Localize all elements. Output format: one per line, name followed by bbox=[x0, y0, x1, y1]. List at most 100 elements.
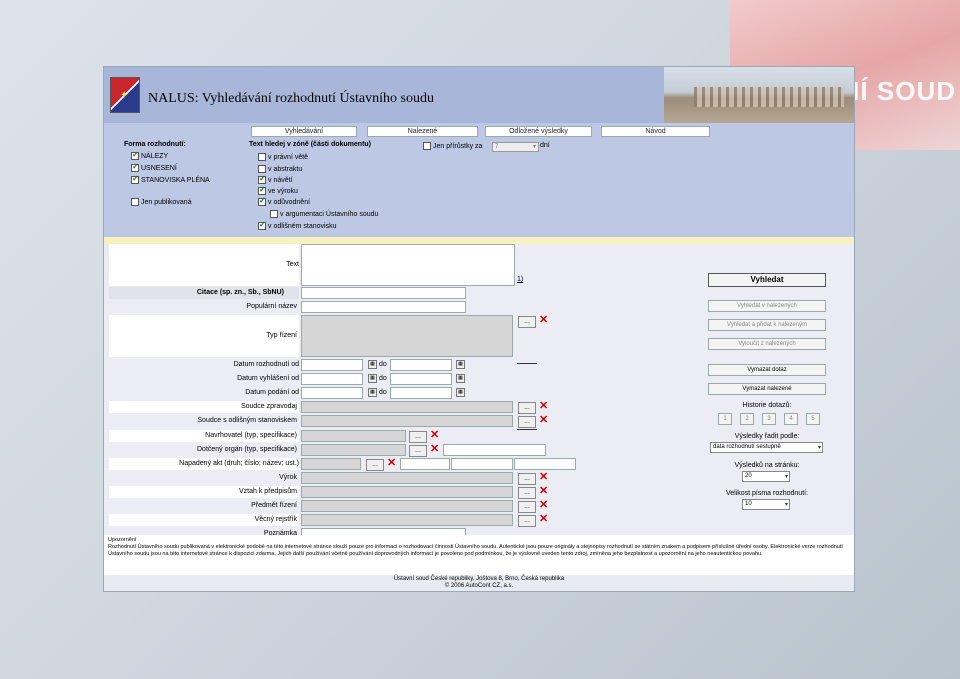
do-label: do bbox=[379, 375, 387, 382]
checkbox-icon[interactable] bbox=[131, 174, 139, 184]
forma-rozhodnuti-label: Forma rozhodnutí: bbox=[124, 141, 186, 148]
radit-select[interactable]: data rozhodnutí sestupně ▾ bbox=[710, 442, 823, 453]
history-2-button[interactable]: 2 bbox=[740, 413, 754, 425]
soudce-zpravodaj-input[interactable] bbox=[301, 401, 513, 413]
soudce-zpravodaj-picker-button[interactable]: ... bbox=[518, 402, 536, 414]
typ-rizeni-picker-button[interactable]: ... bbox=[518, 316, 536, 328]
checkbox-zone-pravni-veta[interactable]: v právní větě bbox=[258, 153, 308, 161]
popularni-nazev-input[interactable] bbox=[301, 301, 466, 313]
datum-podani-do-input[interactable] bbox=[390, 387, 452, 399]
checkbox-zone-vyrok[interactable]: ve výroku bbox=[258, 185, 298, 195]
do-label: do bbox=[379, 389, 387, 396]
checkbox-icon[interactable] bbox=[131, 198, 139, 206]
tab-vyhledavani[interactable]: Vyhledávání bbox=[251, 126, 357, 137]
checkbox-icon[interactable] bbox=[258, 174, 266, 184]
napadeny-akt-picker-button[interactable]: ... bbox=[366, 459, 384, 471]
napadeny-akt-label: Napadený akt (druh; číslo; název; ust.) bbox=[179, 460, 299, 467]
predmet-label: Předmět řízení bbox=[251, 502, 297, 509]
citace-input[interactable] bbox=[301, 287, 466, 299]
soudce-zpravodaj-clear-icon[interactable]: ✕ bbox=[539, 401, 548, 412]
dotceny-organ-spec-input[interactable] bbox=[443, 444, 546, 456]
predmet-picker-button[interactable]: ... bbox=[518, 501, 536, 513]
datum-vyhlaseni-do-input[interactable] bbox=[390, 373, 452, 385]
tab-nalezene[interactable]: Nalezené bbox=[367, 126, 478, 137]
checkbox-icon[interactable] bbox=[258, 165, 266, 173]
checkbox-zone-oduvodneni[interactable]: v odůvodnění bbox=[258, 196, 310, 206]
datum-rozhodnuti-do-input[interactable] bbox=[390, 359, 452, 371]
checkbox-usneseni[interactable]: USNESENÍ bbox=[131, 162, 177, 172]
help-link[interactable]: 1) bbox=[517, 276, 523, 283]
napadeny-akt-nazev-input[interactable] bbox=[451, 458, 513, 470]
soudce-odlisne-picker-button[interactable]: ... bbox=[518, 416, 536, 428]
typ-rizeni-clear-icon[interactable]: ✕ bbox=[539, 315, 548, 326]
text-input[interactable] bbox=[301, 244, 515, 286]
prirustky-days-select[interactable]: 7 ▾ bbox=[492, 142, 539, 152]
checkbox-icon[interactable] bbox=[423, 142, 431, 150]
vyloucit-button[interactable]: Vyloučit z nalezených bbox=[708, 338, 826, 350]
calendar-icon[interactable]: ▦ bbox=[368, 388, 377, 397]
checkbox-zone-naveti[interactable]: v návětí bbox=[258, 174, 293, 184]
checkbox-icon[interactable] bbox=[258, 153, 266, 161]
vztah-input[interactable] bbox=[301, 486, 513, 498]
calendar-icon[interactable]: ▦ bbox=[456, 360, 465, 369]
soudce-odlisne-clear-icon[interactable]: ✕ bbox=[539, 415, 548, 426]
datum-rozhodnuti-od-input[interactable] bbox=[301, 359, 363, 371]
vecny-picker-button[interactable]: ... bbox=[518, 515, 536, 527]
vyhledat-a-pridat-button[interactable]: Vyhledat a přidat k nalezeným bbox=[708, 319, 826, 331]
calendar-icon[interactable]: ▦ bbox=[456, 388, 465, 397]
dotceny-organ-picker-button[interactable]: ... bbox=[409, 445, 427, 457]
napadeny-akt-ust-input[interactable] bbox=[514, 458, 576, 470]
checkbox-icon[interactable] bbox=[258, 220, 266, 230]
checkbox-zone-abstrakt[interactable]: v abstraktu bbox=[258, 165, 302, 173]
vztah-clear-icon[interactable]: ✕ bbox=[539, 486, 548, 497]
velikost-pisma-select[interactable]: 10 ▾ bbox=[742, 499, 790, 510]
calendar-icon[interactable]: ▦ bbox=[368, 374, 377, 383]
vyrok-clear-icon[interactable]: ✕ bbox=[539, 472, 548, 483]
history-3-button[interactable]: 3 bbox=[762, 413, 776, 425]
vecny-input[interactable] bbox=[301, 514, 513, 526]
checkbox-jen-publikovana[interactable]: Jen publikovaná bbox=[131, 198, 192, 206]
datum-podani-od-input[interactable] bbox=[301, 387, 363, 399]
vymazat-dotaz-button[interactable]: Vymazat dotaz bbox=[708, 364, 826, 376]
vyrok-picker-button[interactable]: ... bbox=[518, 473, 536, 485]
do-label: do bbox=[379, 361, 387, 368]
navrhovatel-picker-button[interactable]: ... bbox=[409, 431, 427, 443]
history-5-button[interactable]: 5 bbox=[806, 413, 820, 425]
dotceny-organ-clear-icon[interactable]: ✕ bbox=[430, 444, 439, 455]
navrhovatel-clear-icon[interactable]: ✕ bbox=[430, 430, 439, 441]
checkbox-icon[interactable] bbox=[131, 162, 139, 172]
checkbox-zone-odlisne-stanovisko[interactable]: v odlišném stanovisku bbox=[258, 220, 336, 230]
tab-odlozene-vysledky[interactable]: Odložené výsledky bbox=[485, 126, 592, 137]
na-stranku-select[interactable]: 20 ▾ bbox=[742, 471, 790, 482]
napadeny-akt-druh-input[interactable] bbox=[301, 458, 361, 470]
predmet-input[interactable] bbox=[301, 500, 513, 512]
checkbox-icon[interactable] bbox=[131, 150, 139, 160]
vymazat-nalezene-button[interactable]: Vymazat nalezené bbox=[708, 383, 826, 395]
checkbox-stanoviska-plena[interactable]: STANOVISKA PLÉNA bbox=[131, 174, 210, 184]
vyrok-input[interactable] bbox=[301, 472, 513, 484]
napadeny-akt-clear-icon[interactable]: ✕ bbox=[387, 458, 396, 469]
datum-vyhlaseni-od-input[interactable] bbox=[301, 373, 363, 385]
vyhledat-v-nalezenych-button[interactable]: Vyhledat v nalezených bbox=[708, 300, 826, 312]
checkbox-nalezy[interactable]: NÁLEZY bbox=[131, 150, 168, 160]
checkbox-jen-prirustky[interactable]: Jen přírůstky za bbox=[423, 142, 482, 150]
vztah-picker-button[interactable]: ... bbox=[518, 487, 536, 499]
vyhledat-button[interactable]: Vyhledat bbox=[708, 273, 826, 287]
napadeny-akt-cislo-input[interactable] bbox=[400, 458, 450, 470]
history-4-button[interactable]: 4 bbox=[784, 413, 798, 425]
checkbox-icon[interactable] bbox=[258, 196, 266, 206]
calendar-icon[interactable]: ▦ bbox=[368, 360, 377, 369]
separator-band bbox=[104, 237, 854, 244]
checkbox-icon[interactable] bbox=[258, 185, 266, 195]
dotceny-organ-input[interactable] bbox=[301, 444, 406, 456]
navrhovatel-input[interactable] bbox=[301, 430, 406, 442]
history-1-button[interactable]: 1 bbox=[718, 413, 732, 425]
checkbox-icon[interactable] bbox=[270, 210, 278, 218]
predmet-clear-icon[interactable]: ✕ bbox=[539, 500, 548, 511]
typ-rizeni-list[interactable] bbox=[301, 315, 513, 357]
vecny-clear-icon[interactable]: ✕ bbox=[539, 514, 548, 525]
soudce-odlisne-input[interactable] bbox=[301, 415, 513, 427]
tab-navod[interactable]: Návod bbox=[601, 126, 710, 137]
checkbox-zone-argumentace[interactable]: v argumentaci Ústavního soudu bbox=[270, 210, 378, 218]
calendar-icon[interactable]: ▦ bbox=[456, 374, 465, 383]
